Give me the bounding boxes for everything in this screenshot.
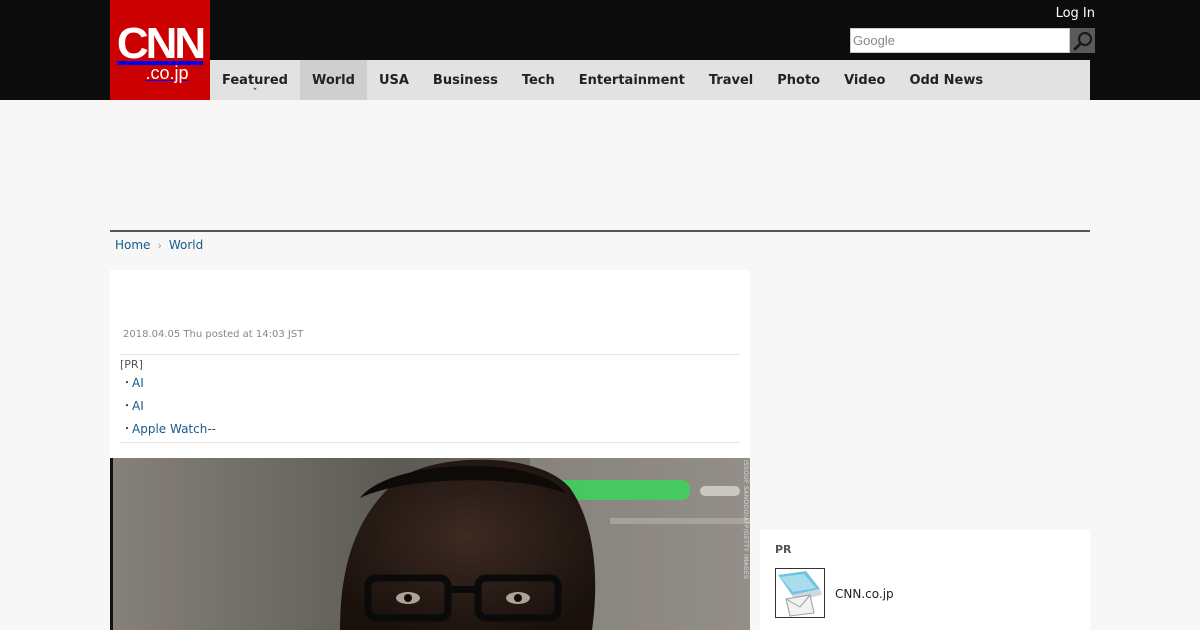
article-photo: ISSOUF SANOGO/AFP/GETTY IMAGES xyxy=(110,458,750,630)
article-card: 2018.04.05 Thu posted at 14:03 JST [PR] … xyxy=(110,270,750,458)
search-box xyxy=(850,28,1095,53)
bullet-icon: ・ xyxy=(122,424,132,435)
pr-link[interactable]: AI xyxy=(132,395,144,418)
sidebar-pr-link[interactable]: CNN.co.jp xyxy=(835,587,894,601)
cnn-logo[interactable]: CNN .co.jp xyxy=(110,0,210,100)
post-timestamp: 2018.04.05 Thu posted at 14:03 JST xyxy=(123,329,304,340)
breadcrumb: Home › World xyxy=(115,238,203,252)
pr-links-block: [PR] ・ AI ・ AI ・ Apple Watch-- xyxy=(120,354,740,443)
nav-item-label: Odd News xyxy=(909,72,984,88)
nav-item-label: Tech xyxy=(521,72,555,88)
nav-item-label: Video xyxy=(844,72,886,88)
bullet-icon: ・ xyxy=(122,401,132,412)
list-item: ・ AI xyxy=(120,395,740,418)
pr-label: [PR] xyxy=(120,358,143,371)
logo-sub-text: .co.jp xyxy=(145,63,189,83)
nav-item-video[interactable]: Video xyxy=(832,60,897,100)
nav-item-label: World xyxy=(311,72,355,88)
nav-item-photo[interactable]: Photo xyxy=(765,60,832,100)
content-divider xyxy=(110,230,1090,232)
nav-item-odd-news[interactable]: Odd News xyxy=(897,60,995,100)
pr-link-list: ・ AI ・ AI ・ Apple Watch-- xyxy=(120,372,740,441)
photo-illustration xyxy=(110,458,750,630)
nav-item-label: Business xyxy=(432,72,498,88)
nav-item-travel[interactable]: Travel xyxy=(697,60,765,100)
main-nav: Featured ˇ World USA Business Tech Enter… xyxy=(210,60,1090,100)
laptop-mail-icon xyxy=(776,569,824,617)
list-item: ・ AI xyxy=(120,372,740,395)
chevron-right-icon: › xyxy=(157,238,162,252)
nav-item-label: Entertainment xyxy=(578,72,685,88)
bullet-icon: ・ xyxy=(122,378,132,389)
breadcrumb-home[interactable]: Home xyxy=(115,238,150,252)
breadcrumb-world[interactable]: World xyxy=(169,238,203,252)
nav-item-world[interactable]: World xyxy=(299,60,367,100)
nav-item-entertainment[interactable]: Entertainment xyxy=(567,60,697,100)
sidebar-pr-card: PR CNN.co.jp xyxy=(760,530,1090,630)
login-link[interactable]: Log In xyxy=(1056,6,1095,21)
nav-item-tech[interactable]: Tech xyxy=(510,60,567,100)
nav-item-featured[interactable]: Featured ˇ xyxy=(210,60,300,100)
chevron-down-icon: ˇ xyxy=(252,88,258,98)
nav-item-label: USA xyxy=(378,72,409,88)
sidebar-pr-label: PR xyxy=(775,543,792,556)
search-button[interactable] xyxy=(1070,28,1095,53)
pr-link[interactable]: AI xyxy=(132,372,144,395)
pr-link[interactable]: Apple Watch-- xyxy=(132,418,216,441)
logo-main-text: CNN xyxy=(116,19,206,68)
nav-item-usa[interactable]: USA xyxy=(367,60,421,100)
list-item: ・ Apple Watch-- xyxy=(120,418,740,441)
nav-item-label: Featured xyxy=(222,72,288,88)
search-input[interactable] xyxy=(850,28,1070,53)
nav-item-label: Travel xyxy=(708,72,754,88)
photo-credit: ISSOUF SANOGO/AFP/GETTY IMAGES xyxy=(742,460,749,580)
search-icon xyxy=(1073,31,1092,50)
nav-item-business[interactable]: Business xyxy=(421,60,510,100)
nav-item-label: Photo xyxy=(777,72,821,88)
sidebar-pr-thumbnail[interactable] xyxy=(775,568,825,618)
